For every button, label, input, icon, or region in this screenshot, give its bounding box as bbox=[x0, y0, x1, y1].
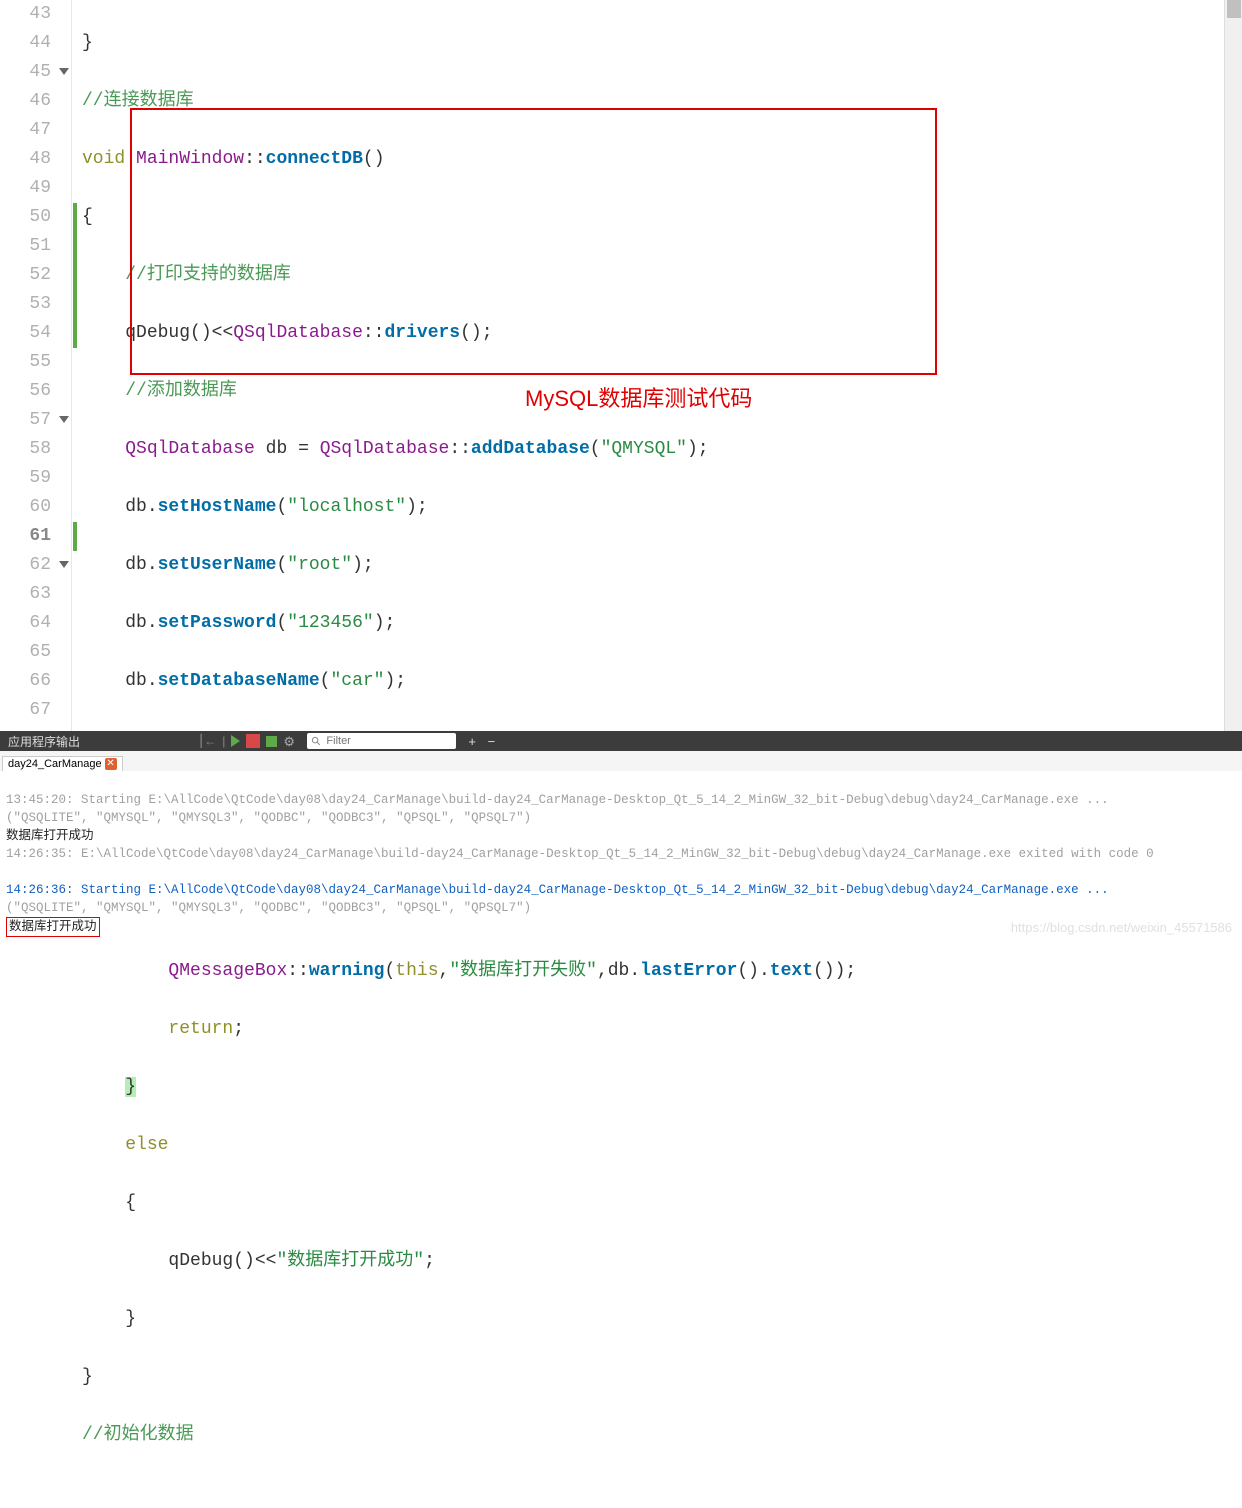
code-line[interactable]: } bbox=[82, 1073, 1242, 1102]
fold-icon[interactable] bbox=[59, 561, 69, 568]
console-line: 14:26:35: E:\AllCode\QtCode\day08\day24_… bbox=[6, 847, 1154, 861]
code-line[interactable]: //连接数据库 bbox=[82, 87, 1242, 116]
code-line[interactable]: else bbox=[82, 1131, 1242, 1160]
line-number[interactable]: 66 bbox=[0, 667, 71, 696]
code-area[interactable]: } //连接数据库 void MainWindow::connectDB() {… bbox=[78, 0, 1242, 731]
code-line[interactable]: db.setPassword("123456"); bbox=[82, 609, 1242, 638]
annotation-label: MySQL数据库测试代码 bbox=[525, 381, 752, 413]
code-line[interactable]: qDebug()<<"数据库打开成功"; bbox=[82, 1247, 1242, 1276]
code-line[interactable]: //打印支持的数据库 bbox=[82, 261, 1242, 290]
console-line: ("QSQLITE", "QMYSQL", "QMYSQL3", "QODBC"… bbox=[6, 811, 531, 825]
line-number[interactable]: 43 bbox=[0, 0, 71, 29]
line-number[interactable]: 65 bbox=[0, 638, 71, 667]
line-number[interactable]: 50 bbox=[0, 203, 71, 232]
code-line[interactable]: { bbox=[82, 1189, 1242, 1218]
code-line[interactable]: } bbox=[82, 1305, 1242, 1334]
line-number[interactable]: 49 bbox=[0, 174, 71, 203]
fold-icon[interactable] bbox=[59, 68, 69, 75]
code-line[interactable]: QMessageBox::warning(this,"数据库打开失败",db.l… bbox=[82, 957, 1242, 986]
line-number[interactable]: 57 bbox=[0, 406, 71, 435]
code-line[interactable]: db.setUserName("root"); bbox=[82, 551, 1242, 580]
console-line: 14:26:36: Starting E:\AllCode\QtCode\day… bbox=[6, 883, 1109, 897]
code-line[interactable]: QSqlDatabase db = QSqlDatabase::addDatab… bbox=[82, 435, 1242, 464]
line-number[interactable]: 54 bbox=[0, 319, 71, 348]
line-number[interactable]: 47 bbox=[0, 116, 71, 145]
line-number[interactable]: 55 bbox=[0, 348, 71, 377]
line-number[interactable]: 60 bbox=[0, 493, 71, 522]
code-line[interactable]: db.setHostName("localhost"); bbox=[82, 493, 1242, 522]
code-line[interactable]: } bbox=[82, 1363, 1242, 1392]
code-line[interactable] bbox=[82, 725, 1242, 754]
code-line[interactable]: { bbox=[82, 203, 1242, 232]
code-line[interactable]: return; bbox=[82, 1015, 1242, 1044]
console-line: ("QSQLITE", "QMYSQL", "QMYSQL3", "QODBC"… bbox=[6, 901, 531, 915]
line-number[interactable]: 52 bbox=[0, 261, 71, 290]
watermark: https://blog.csdn.net/weixin_45571586 bbox=[1011, 919, 1232, 937]
console-line-highlighted: 数据库打开成功 bbox=[6, 917, 100, 937]
scrollbar-thumb[interactable] bbox=[1227, 0, 1241, 18]
line-number[interactable]: 59 bbox=[0, 464, 71, 493]
line-number[interactable]: 48 bbox=[0, 145, 71, 174]
line-number[interactable]: 45 bbox=[0, 58, 71, 87]
line-number[interactable]: 56 bbox=[0, 377, 71, 406]
output-console[interactable]: 13:45:20: Starting E:\AllCode\QtCode\day… bbox=[0, 771, 1242, 941]
line-number[interactable]: 46 bbox=[0, 87, 71, 116]
code-line[interactable]: //初始化数据 bbox=[82, 1421, 1242, 1450]
vertical-scrollbar[interactable] bbox=[1224, 0, 1242, 731]
line-number-gutter[interactable]: 43 44 45 46 47 48 49 50 51 52 53 54 55 5… bbox=[0, 0, 72, 731]
code-line[interactable]: qDebug()<<QSqlDatabase::drivers(); bbox=[82, 319, 1242, 348]
line-number-current[interactable]: 61 bbox=[0, 522, 71, 551]
code-editor[interactable]: 43 44 45 46 47 48 49 50 51 52 53 54 55 5… bbox=[0, 0, 1242, 731]
output-panel-title: 应用程序输出 bbox=[0, 733, 88, 750]
console-line: 13:45:20: Starting E:\AllCode\QtCode\day… bbox=[6, 793, 1109, 807]
console-line: 数据库打开成功 bbox=[6, 829, 94, 843]
line-number[interactable]: 51 bbox=[0, 232, 71, 261]
line-number[interactable]: 58 bbox=[0, 435, 71, 464]
line-number[interactable]: 53 bbox=[0, 290, 71, 319]
line-number[interactable]: 62 bbox=[0, 551, 71, 580]
line-number[interactable]: 44 bbox=[0, 29, 71, 58]
code-line[interactable]: void MainWindow::connectDB() bbox=[82, 145, 1242, 174]
line-number[interactable]: 67 bbox=[0, 696, 71, 725]
line-number[interactable]: 63 bbox=[0, 580, 71, 609]
code-line[interactable]: db.setDatabaseName("car"); bbox=[82, 667, 1242, 696]
code-line[interactable]: } bbox=[82, 29, 1242, 58]
line-number[interactable]: 64 bbox=[0, 609, 71, 638]
fold-icon[interactable] bbox=[59, 416, 69, 423]
